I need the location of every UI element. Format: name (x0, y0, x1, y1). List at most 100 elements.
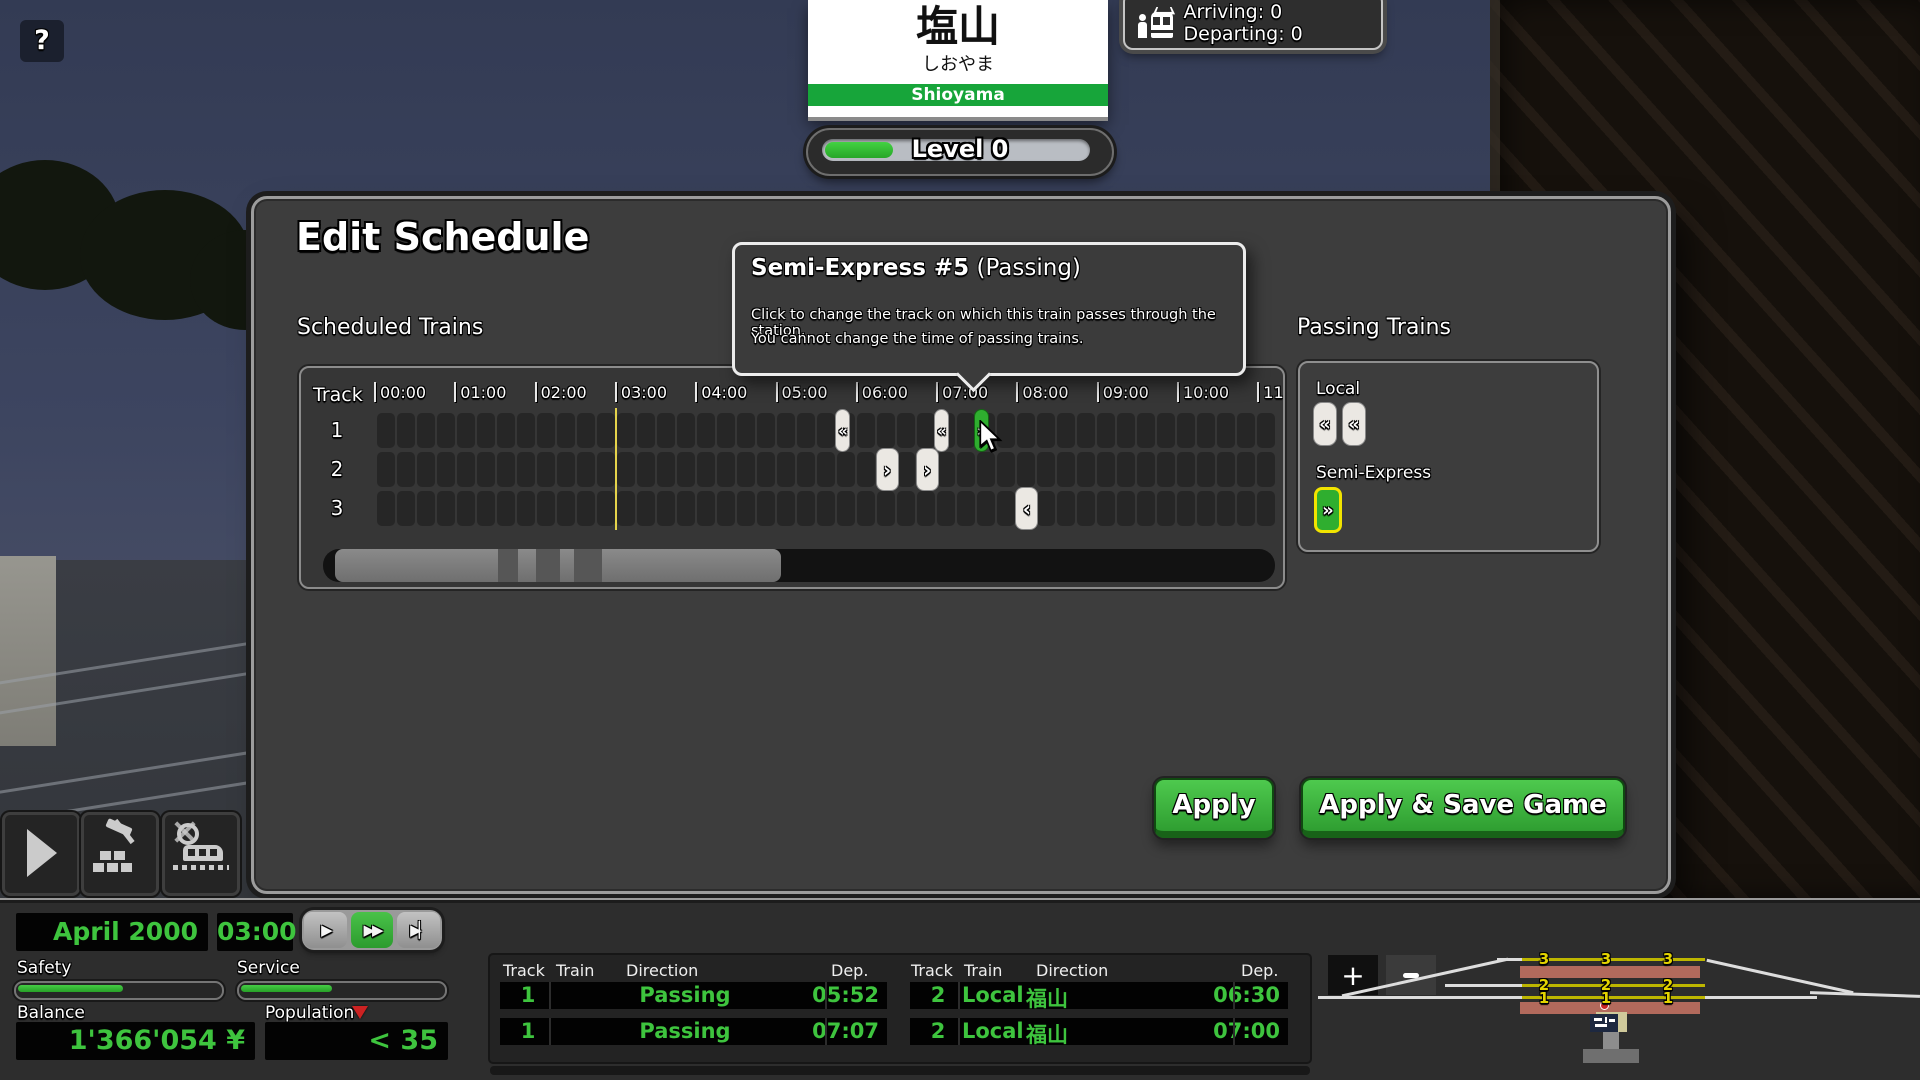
timeline-cell (537, 413, 555, 448)
timeline-cell (1197, 413, 1215, 448)
train-schedule-icon[interactable]: » (975, 410, 988, 451)
timeline-cell (857, 452, 875, 487)
passing-trains-panel: Local««Semi-Express» (1298, 361, 1599, 552)
train-tooltip: Semi-Express #5 (Passing) Click to chang… (732, 242, 1246, 376)
minimap-track-number: 1 (1658, 989, 1678, 1007)
timeline-scrollbar-thumb[interactable] (335, 549, 781, 582)
timeline-cell (797, 491, 815, 526)
timeline-cell (617, 413, 635, 448)
minimap-track-number: 3 (1534, 950, 1554, 968)
timeline-cell (1177, 491, 1195, 526)
timeline-cell (677, 452, 695, 487)
playback-button[interactable]: ▶ (304, 912, 347, 948)
timeline-cell (517, 491, 535, 526)
timeline-cell (617, 491, 635, 526)
schedule-timeline[interactable]: Track 00:0001:0002:0003:0004:0005:0006:0… (299, 366, 1285, 589)
timeline-cell (417, 413, 435, 448)
track-row-label: 3 (317, 496, 357, 520)
timeline-cell (737, 413, 755, 448)
column-divider (825, 982, 827, 1009)
tooltip-line2: You cannot change the time of passing tr… (751, 331, 1083, 347)
timeline-cell (577, 491, 595, 526)
timeline-cell (1157, 491, 1175, 526)
timeline-cell (817, 452, 835, 487)
service-label: Service (237, 958, 300, 978)
timeline-cell (1197, 452, 1215, 487)
column-divider (549, 1018, 551, 1045)
time-value: 03:00 (217, 917, 293, 946)
departure-cell: 福山 (1026, 983, 1096, 1013)
departures-scrollbar[interactable] (490, 1066, 1310, 1075)
timeline-cell (797, 413, 815, 448)
play-icon (27, 829, 57, 877)
playback-button[interactable]: ▶▶ (351, 912, 394, 948)
timeline-cell (837, 452, 855, 487)
population-down-icon (352, 1006, 368, 1019)
minimap-track-number: 3 (1658, 950, 1678, 968)
timeline-cell (637, 413, 655, 448)
timeline-cell (477, 413, 495, 448)
train-schedule-icon[interactable]: › (917, 449, 938, 490)
apply-button[interactable]: Apply (1154, 778, 1274, 838)
departure-row[interactable]: 1Passing05:52 (500, 982, 887, 1009)
timeline-cell (797, 452, 815, 487)
timeline-track-header: Track (313, 384, 363, 406)
departure-cell: 1 (506, 983, 550, 1007)
timeline-cell (517, 452, 535, 487)
playback-controls: ▶▶▶▶▏ (302, 910, 442, 950)
passing-train-pill[interactable]: « (1314, 403, 1336, 445)
timeline-cell (937, 491, 955, 526)
timeline-cell (857, 413, 875, 448)
train-schedule-icon[interactable]: ‹ (1016, 488, 1037, 529)
play-mode-button[interactable] (2, 812, 80, 896)
hour-tick (1257, 382, 1259, 402)
passing-train-pill[interactable]: » (1314, 487, 1342, 533)
hour-tick (1097, 382, 1099, 402)
train-schedule-icon[interactable]: « (935, 410, 948, 451)
passing-train-pill[interactable]: « (1343, 403, 1365, 445)
minimap-track-number: 1 (1596, 989, 1616, 1007)
column-divider (1233, 1018, 1235, 1045)
timeline-cell (877, 413, 895, 448)
timeline-cell (577, 413, 595, 448)
departure-cell: 06:30 (1200, 983, 1280, 1007)
departure-row[interactable]: 2Local福山07:00 (910, 1018, 1288, 1045)
departure-cell: 07:07 (799, 1019, 879, 1043)
train-schedule-icon[interactable]: › (877, 449, 898, 490)
column-divider (825, 1018, 827, 1045)
track-row-label: 1 (317, 418, 357, 442)
timeline-cell (1197, 491, 1215, 526)
train-schedule-icon[interactable]: « (836, 410, 849, 451)
timeline-cell (597, 491, 615, 526)
timeline-cell (1137, 413, 1155, 448)
hour-label: 06:00 (862, 383, 908, 402)
timeline-cell (417, 491, 435, 526)
timeline-cell (1077, 413, 1095, 448)
playback-button[interactable]: ▶▏ (397, 912, 440, 948)
departure-cell: 1 (506, 1019, 550, 1043)
timeline-cell (1257, 452, 1275, 487)
timeline-cell (997, 452, 1015, 487)
timeline-cell (617, 452, 635, 487)
hour-tick (856, 382, 858, 402)
departure-row[interactable]: 1Passing07:07 (500, 1018, 887, 1045)
build-mode-button[interactable] (81, 812, 159, 896)
timeline-cell (457, 452, 475, 487)
departures-panel: TrackTrainDirectionDep.TrackTrainDirecti… (490, 955, 1310, 1062)
timeline-cell (697, 491, 715, 526)
train-type-label: Local (1316, 379, 1360, 399)
game-screen: ? 塩山 しおやま Shioyama Arriving: 0 Departing… (0, 0, 1920, 1080)
departures-header: Track (911, 961, 953, 980)
apply-save-button[interactable]: Apply & Save Game (1301, 778, 1625, 838)
depot-mode-button[interactable] (162, 812, 240, 896)
service-meter (237, 981, 447, 1000)
timeline-scrollbar[interactable] (323, 549, 1275, 582)
departure-row[interactable]: 2Local福山06:30 (910, 982, 1288, 1009)
timeline-cell (457, 491, 475, 526)
departures-header: Dep. (831, 961, 868, 980)
timeline-cell (1217, 491, 1235, 526)
timeline-cell (397, 413, 415, 448)
timeline-cell (897, 491, 915, 526)
help-button[interactable]: ? (20, 20, 64, 62)
timeline-cell (1057, 413, 1075, 448)
